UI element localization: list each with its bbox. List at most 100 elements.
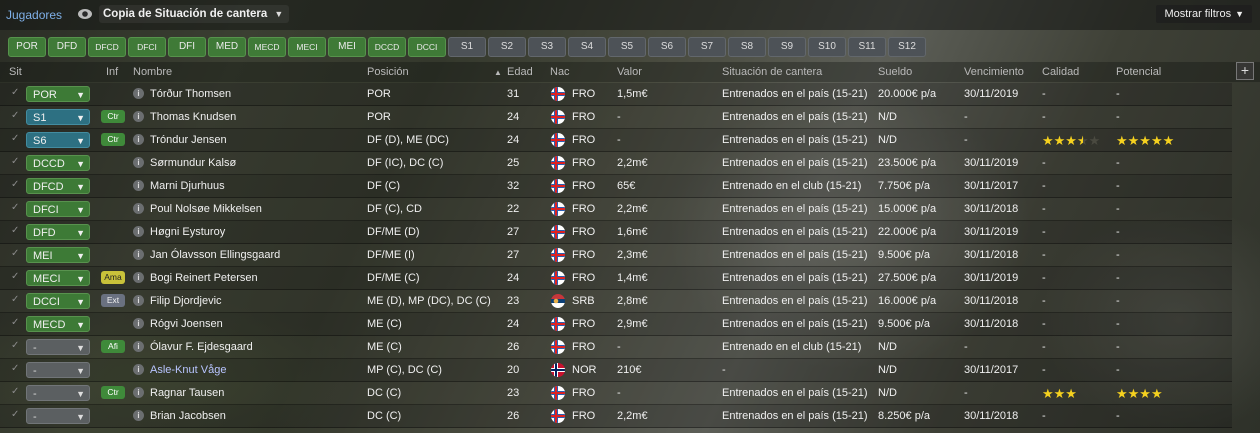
player-name[interactable]: Tróndur Jensen [150, 134, 227, 146]
squad-position-select[interactable]: - ▼ [26, 408, 90, 424]
show-filters-button[interactable]: Mostrar filtros ▼ [1156, 5, 1252, 23]
position-filter-pill[interactable]: DFCI [128, 37, 166, 57]
position-filter-pill[interactable]: MECD [248, 37, 286, 57]
position-filter-pill[interactable]: S4 [568, 37, 606, 57]
info-badge[interactable]: Ctr [101, 133, 125, 146]
squad-position-select[interactable]: DFD ▼ [26, 224, 90, 240]
info-icon[interactable]: i [133, 272, 144, 283]
player-name[interactable]: Brian Jacobsen [150, 410, 226, 422]
squad-position-select[interactable]: POR ▼ [26, 86, 90, 102]
info-icon[interactable]: i [133, 226, 144, 237]
position-filter-pill[interactable]: DFCD [88, 37, 126, 57]
player-name[interactable]: Marni Djurhuus [150, 180, 225, 192]
player-name[interactable]: Høgni Eysturoy [150, 226, 225, 238]
column-header-calidad[interactable]: Calidad [1042, 66, 1079, 78]
check-icon[interactable]: ✓ [11, 386, 19, 397]
table-row[interactable]: ✓ DFCI ▼ i Poul Nolsøe Mikkelsen DF (C), CD 22… [0, 198, 1232, 221]
position-filter-pill[interactable]: S7 [688, 37, 726, 57]
page-title[interactable]: Jugadores [6, 8, 62, 22]
position-filter-pill[interactable]: S5 [608, 37, 646, 57]
check-icon[interactable]: ✓ [11, 340, 19, 351]
check-icon[interactable]: ✓ [11, 363, 19, 374]
position-filter-pill[interactable]: S8 [728, 37, 766, 57]
position-filter-pill[interactable]: S10 [808, 37, 846, 57]
position-filter-pill[interactable]: S2 [488, 37, 526, 57]
player-name[interactable]: Ragnar Tausen [150, 387, 224, 399]
position-filter-pill[interactable]: S1 [448, 37, 486, 57]
table-row[interactable]: ✓ S1 ▼ Ctr i Thomas Knudsen POR 24 FRO - Entrenado… [0, 106, 1232, 129]
info-icon[interactable]: i [133, 249, 144, 260]
table-row[interactable]: ✓ - ▼ Afi i Ólavur F. Ejdesgaard ME (C) 26 FRO - E… [0, 336, 1232, 359]
squad-position-select[interactable]: - ▼ [26, 339, 90, 355]
position-filter-pill[interactable]: S3 [528, 37, 566, 57]
column-header-inf[interactable]: Inf [106, 66, 118, 78]
info-icon[interactable]: i [133, 318, 144, 329]
squad-position-select[interactable]: DCCD ▼ [26, 155, 90, 171]
info-badge[interactable]: Ctr [101, 110, 125, 123]
table-row[interactable]: ✓ DCCD ▼ i Sørmundur Kalsø DF (IC), DC (C) 25 F… [0, 152, 1232, 175]
info-icon[interactable]: i [133, 364, 144, 375]
position-filter-pill[interactable]: S9 [768, 37, 806, 57]
column-header-sueldo[interactable]: Sueldo [878, 66, 912, 78]
player-name[interactable]: Rógvi Joensen [150, 318, 223, 330]
table-row[interactable]: ✓ DFD ▼ i Høgni Eysturoy DF/ME (D) 27 FRO 1,6m€ E… [0, 221, 1232, 244]
table-row[interactable]: ✓ - ▼ i Asle-Knut Våge MP (C), DC (C) 20 NOR 210… [0, 359, 1232, 382]
column-header-situacion[interactable]: Situación de cantera [722, 66, 822, 78]
info-icon[interactable]: i [133, 134, 144, 145]
check-icon[interactable]: ✓ [11, 179, 19, 190]
view-selector[interactable]: Copia de Situación de cantera ▼ [99, 5, 290, 23]
column-header-posicion[interactable]: Posición [367, 66, 409, 78]
info-badge[interactable]: Ama [101, 271, 125, 284]
info-icon[interactable]: i [133, 410, 144, 421]
info-icon[interactable]: i [133, 341, 144, 352]
check-icon[interactable]: ✓ [11, 110, 19, 121]
position-filter-pill[interactable]: POR [8, 37, 46, 57]
info-badge[interactable]: Ext [101, 294, 125, 307]
player-name[interactable]: Bogi Reinert Petersen [150, 272, 258, 284]
check-icon[interactable]: ✓ [11, 133, 19, 144]
check-icon[interactable]: ✓ [11, 317, 19, 328]
column-header-nac[interactable]: Nac [550, 66, 570, 78]
player-name[interactable]: Tórður Thomsen [150, 88, 231, 100]
table-row[interactable]: ✓ MECD ▼ i Rógvi Joensen ME (C) 24 FRO 2,9m€ Entr… [0, 313, 1232, 336]
check-icon[interactable]: ✓ [11, 156, 19, 167]
player-name[interactable]: Sørmundur Kalsø [150, 157, 236, 169]
position-filter-pill[interactable]: S12 [888, 37, 926, 57]
check-icon[interactable]: ✓ [11, 225, 19, 236]
position-filter-pill[interactable]: MEI [328, 37, 366, 57]
check-icon[interactable]: ✓ [11, 294, 19, 305]
player-name[interactable]: Thomas Knudsen [150, 111, 236, 123]
table-row[interactable]: ✓ - ▼ i Brian Jacobsen DC (C) 26 FRO 2,2m€ Entren… [0, 405, 1232, 428]
squad-position-select[interactable]: MECD ▼ [26, 316, 90, 332]
info-icon[interactable]: i [133, 157, 144, 168]
player-name[interactable]: Filip Djordjevic [150, 295, 222, 307]
info-icon[interactable]: i [133, 387, 144, 398]
column-header-edad[interactable]: Edad [507, 66, 533, 78]
info-icon[interactable]: i [133, 111, 144, 122]
check-icon[interactable]: ✓ [11, 87, 19, 98]
player-name[interactable]: Asle-Knut Våge [150, 364, 226, 376]
player-name[interactable]: Poul Nolsøe Mikkelsen [150, 203, 262, 215]
squad-position-select[interactable]: - ▼ [26, 362, 90, 378]
table-row[interactable]: ✓ S6 ▼ Ctr i Tróndur Jensen DF (D), ME (DC) 24 F… [0, 129, 1232, 152]
table-row[interactable]: ✓ POR ▼ i Tórður Thomsen POR 31 FRO 1,5m€ Entrena… [0, 83, 1232, 106]
column-header-potencial[interactable]: Potencial [1116, 66, 1161, 78]
table-row[interactable]: ✓ - ▼ Ctr i Ragnar Tausen DC (C) 23 FRO - Entrenad… [0, 382, 1232, 405]
position-filter-pill[interactable]: DCCI [408, 37, 446, 57]
check-icon[interactable]: ✓ [11, 248, 19, 259]
column-header-sit[interactable]: Sit [9, 66, 22, 78]
position-filter-pill[interactable]: DCCD [368, 37, 406, 57]
squad-position-select[interactable]: S6 ▼ [26, 132, 90, 148]
player-name[interactable]: Jan Ólavsson Ellingsgaard [150, 249, 280, 261]
info-icon[interactable]: i [133, 88, 144, 99]
squad-position-select[interactable]: DFCI ▼ [26, 201, 90, 217]
position-filter-pill[interactable]: DFI [168, 37, 206, 57]
info-icon[interactable]: i [133, 180, 144, 191]
squad-position-select[interactable]: MECI ▼ [26, 270, 90, 286]
table-row[interactable]: ✓ DCCI ▼ Ext i Filip Djordjevic ME (D), MP (DC… [0, 290, 1232, 313]
info-icon[interactable]: i [133, 295, 144, 306]
check-icon[interactable]: ✓ [11, 202, 19, 213]
position-filter-pill[interactable]: MED [208, 37, 246, 57]
squad-position-select[interactable]: - ▼ [26, 385, 90, 401]
squad-position-select[interactable]: DCCI ▼ [26, 293, 90, 309]
